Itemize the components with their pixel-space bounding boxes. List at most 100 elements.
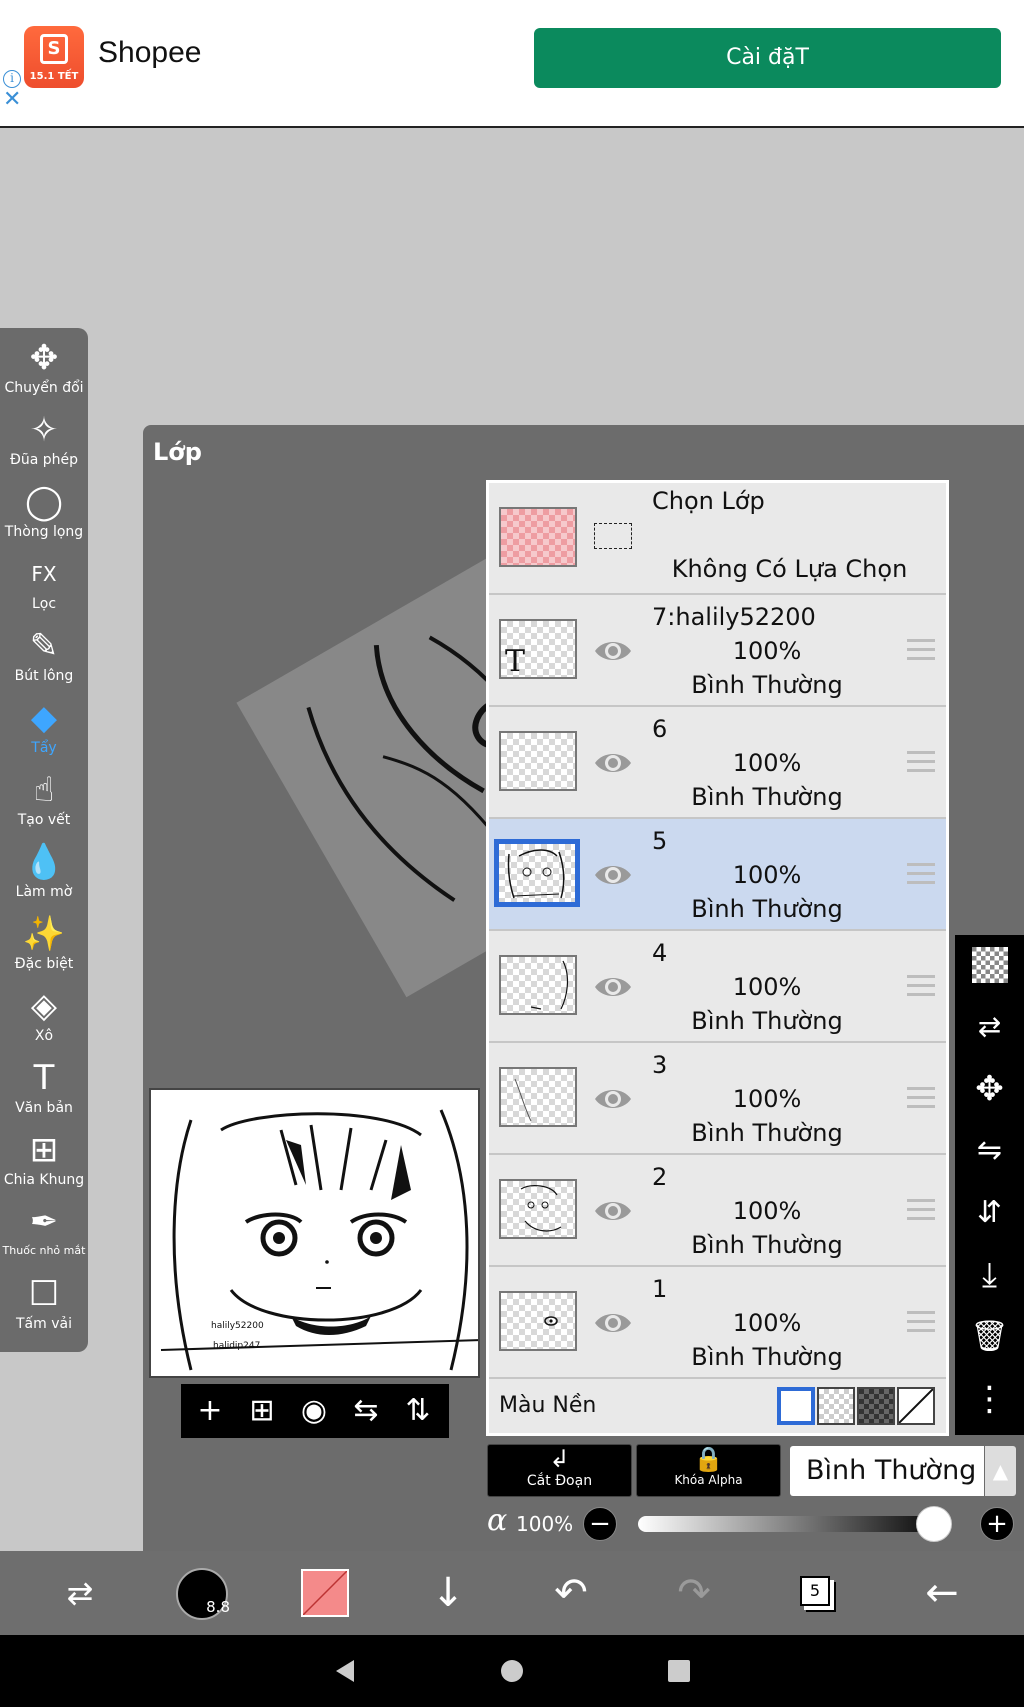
layer-row[interactable]: 1 100% Bình Thường	[489, 1267, 946, 1379]
blend-mode-select[interactable]: Bình Thường	[790, 1446, 984, 1496]
tool-bucket[interactable]: ◈ Xô	[0, 984, 88, 1056]
layer-name: 7:halily52200	[652, 603, 816, 631]
layer-row[interactable]: 6 100% Bình Thường	[489, 707, 946, 819]
tool-magic-wand[interactable]: ✧ Đũa phép	[0, 408, 88, 480]
selection-layer-row[interactable]: Chọn Lớp Không Có Lựa Chọn	[489, 483, 946, 595]
flip-horizontal-icon[interactable]: ⇋	[955, 1121, 1024, 1181]
tool-eyedropper[interactable]: ✒ Thuốc nhỏ mắt	[0, 1200, 88, 1272]
layers-button[interactable]: 5	[800, 1576, 830, 1606]
flip-preview-icon[interactable]: ⇆	[343, 1388, 389, 1434]
tool-smudge[interactable]: ☝ Tạo vết	[0, 768, 88, 840]
layer-opacity: 100%	[732, 973, 802, 1001]
drag-handle-icon[interactable]	[907, 863, 935, 885]
flip-vertical-icon[interactable]: ⇵	[955, 1183, 1024, 1243]
bucket-icon: ◈	[30, 986, 58, 1026]
eye-visibility-icon[interactable]	[593, 855, 633, 895]
tool-brush[interactable]: ✎ Bút lông	[0, 624, 88, 696]
layer-blend-mode: Bình Thường	[691, 783, 843, 811]
ad-close-icon[interactable]: ✕	[3, 89, 23, 111]
shopping-bag-icon: S	[40, 34, 68, 64]
drag-handle-icon[interactable]	[907, 751, 935, 773]
nav-home-icon[interactable]	[497, 1656, 527, 1686]
lock-icon: 🔒	[693, 1445, 724, 1473]
background-color-row: Màu Nền	[489, 1379, 946, 1433]
alpha-lock-button[interactable]: 🔒 Khóa Alpha	[636, 1444, 781, 1497]
nav-recents-icon[interactable]	[664, 1656, 694, 1686]
ad-info-icon[interactable]: i	[3, 70, 21, 88]
more-icon[interactable]: ⋮	[955, 1369, 1024, 1429]
preview-watermark-2: halidip247	[213, 1341, 260, 1351]
tool-fx[interactable]: FX Lọc	[0, 552, 88, 624]
blend-up-arrow-icon[interactable]: ▲	[985, 1446, 1016, 1496]
anime-girl-drawing: halily52200 halidip247	[160, 1109, 478, 1371]
tool-text[interactable]: T Văn bản	[0, 1056, 88, 1128]
layer-row[interactable]: 4 100% Bình Thường	[489, 931, 946, 1043]
layer-thumbnail	[494, 839, 580, 907]
move-layer-icon[interactable]: ✥	[955, 1059, 1024, 1119]
eye-visibility-icon[interactable]	[593, 743, 633, 783]
layer-thumbnail: T	[499, 619, 577, 679]
drag-handle-icon[interactable]	[907, 1087, 935, 1109]
redo-icon[interactable]: ↷	[664, 1563, 724, 1623]
copy-layer-icon[interactable]: ⊞	[239, 1388, 285, 1434]
tool-lasso[interactable]: ◯ Thòng lọng	[0, 480, 88, 552]
tool-move[interactable]: ✥ Chuyển đổi	[0, 336, 88, 408]
ad-banner[interactable]: i ✕ S 15.1 TẾT Shopee Cài đặT	[0, 0, 1024, 128]
eye-visibility-icon[interactable]	[593, 1191, 633, 1231]
drag-handle-icon[interactable]	[907, 1199, 935, 1221]
brush-size-button[interactable]: 8.8	[176, 1568, 230, 1620]
tool-blur-drop[interactable]: 💧 Làm mờ	[0, 840, 88, 912]
background-label: Màu Nền	[499, 1393, 597, 1418]
alpha-decrease-button[interactable]: −	[583, 1507, 617, 1541]
layer-row[interactable]: 3 100% Bình Thường	[489, 1043, 946, 1155]
alpha-lock-label: Khóa Alpha	[674, 1473, 743, 1487]
tool-label: Bút lông	[14, 668, 74, 684]
arrow-down-icon[interactable]: ↓	[418, 1563, 478, 1623]
camera-icon[interactable]: ◉	[291, 1388, 337, 1434]
drag-handle-icon[interactable]	[907, 639, 935, 661]
tool-frame-divider[interactable]: ⊞ Chia Khung	[0, 1128, 88, 1200]
drag-handle-icon[interactable]	[907, 1311, 935, 1333]
tool-eraser[interactable]: ◆ Tẩy	[0, 696, 88, 768]
layer-row[interactable]: 5 100% Bình Thường	[489, 819, 946, 931]
logo-tag: 15.1 TẾT	[29, 71, 79, 82]
nav-back-icon[interactable]	[330, 1656, 360, 1686]
clip-button[interactable]: ↲ Cắt Đoạn	[487, 1444, 632, 1497]
swap-layer-icon[interactable]: ⇄	[955, 997, 1024, 1057]
color-swatch-button[interactable]	[301, 1569, 349, 1617]
eye-visibility-icon[interactable]	[593, 967, 633, 1007]
layer-thumbnail	[499, 1067, 577, 1127]
bg-swatch-dark[interactable]	[857, 1387, 895, 1425]
trash-icon[interactable]: 🗑	[955, 1307, 1024, 1367]
rotate-preview-icon[interactable]: ⇅	[395, 1388, 441, 1434]
alpha-slider-knob[interactable]	[916, 1506, 952, 1542]
layer-name: 3	[652, 1051, 668, 1079]
canvas-preview[interactable]: halily52200 halidip247	[149, 1088, 480, 1378]
layer-row[interactable]: 2 100% Bình Thường	[489, 1155, 946, 1267]
bg-swatch-transparent[interactable]	[817, 1387, 855, 1425]
add-layer-icon[interactable]: +	[187, 1388, 233, 1434]
layer-name: 1	[652, 1275, 668, 1303]
alpha-slider[interactable]	[638, 1516, 948, 1532]
checker-icon[interactable]	[955, 935, 1024, 995]
tool-special[interactable]: ✨ Đặc biệt	[0, 912, 88, 984]
tool-label: Xô	[34, 1028, 54, 1044]
layer-row[interactable]: T 7:halily52200 100% Bình Thường	[489, 595, 946, 707]
drag-handle-icon[interactable]	[907, 975, 935, 997]
merge-down-icon[interactable]: ⤓	[955, 1245, 1024, 1305]
bg-swatch-none[interactable]	[897, 1387, 935, 1425]
tool-switch-icon[interactable]: ⇄	[50, 1563, 110, 1623]
magic-wand-icon: ✧	[29, 410, 59, 450]
undo-icon[interactable]: ↶	[541, 1563, 601, 1623]
bg-swatch-white[interactable]	[777, 1387, 815, 1425]
selection-thumbnail	[499, 507, 577, 567]
panel-title: Lớp	[153, 438, 202, 466]
alpha-increase-button[interactable]: +	[980, 1507, 1014, 1541]
tool-canvas[interactable]: ☐ Tấm vải	[0, 1272, 88, 1344]
eye-visibility-icon[interactable]	[593, 1303, 633, 1343]
text-icon: T	[33, 1058, 55, 1098]
eye-visibility-icon[interactable]	[593, 1079, 633, 1119]
back-arrow-icon[interactable]: ←	[912, 1563, 972, 1623]
eye-visibility-icon[interactable]	[593, 631, 633, 671]
install-button[interactable]: Cài đặT	[534, 28, 1001, 88]
